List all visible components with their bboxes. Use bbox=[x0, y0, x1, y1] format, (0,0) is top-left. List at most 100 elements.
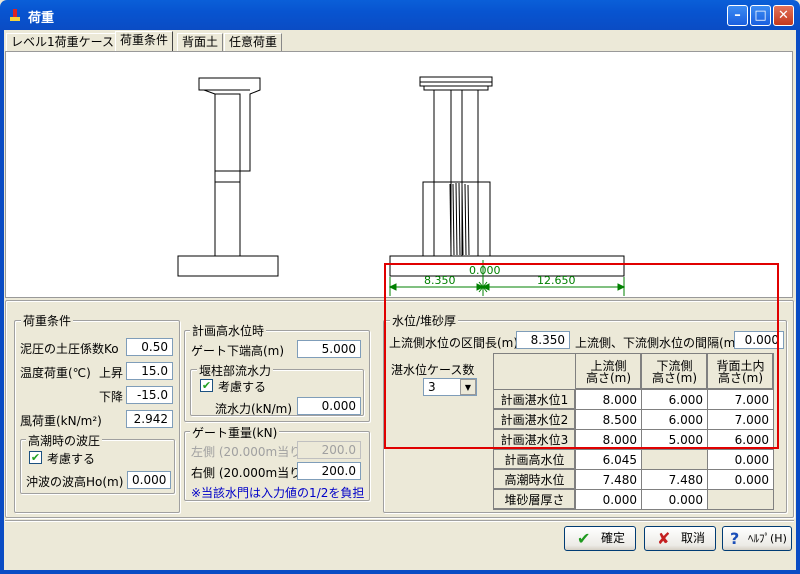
row-header: 計画湛水位3 bbox=[493, 429, 576, 450]
cancel-button[interactable]: ✘ 取消 bbox=[644, 526, 716, 551]
check-icon: ✔ bbox=[577, 529, 591, 548]
minimize-button[interactable]: – bbox=[727, 5, 748, 26]
row-header: 計画湛水位2 bbox=[493, 409, 576, 430]
fall-input[interactable]: -15.0 bbox=[126, 386, 173, 404]
hwl-title: 計画高水位時 bbox=[190, 322, 267, 339]
upstream-length-label: 上流側水位の区間長(m) bbox=[389, 336, 519, 350]
table-cell[interactable]: 0.000 bbox=[707, 449, 774, 470]
chevron-down-icon[interactable]: ▼ bbox=[460, 379, 476, 395]
column-header: 下流側 高さ(m) bbox=[641, 353, 708, 390]
wave-height-input[interactable]: 0.000 bbox=[127, 471, 171, 489]
table-cell[interactable]: 8.500 bbox=[575, 409, 642, 430]
case-count-label: 湛水位ケース数 bbox=[391, 363, 475, 377]
column-header: 上流側 高さ(m) bbox=[575, 353, 642, 390]
table-row: 堆砂層厚さ 0.000 0.000 bbox=[493, 489, 774, 510]
ko-label: 泥圧の土圧係数Ko bbox=[20, 342, 119, 356]
table-cell[interactable]: 0.000 bbox=[575, 489, 642, 510]
table-cell[interactable]: 0.000 bbox=[707, 469, 774, 490]
rise-input[interactable]: 15.0 bbox=[126, 362, 173, 380]
tab-arbitrary-load[interactable]: 任意荷重 bbox=[224, 33, 283, 51]
close-button[interactable]: ✕ bbox=[773, 5, 794, 26]
fall-label: 下降 bbox=[99, 390, 124, 404]
upstream-length-input[interactable]: 8.350 bbox=[516, 331, 570, 349]
table-row: 計画湛水位1 8.000 6.000 7.000 bbox=[493, 389, 774, 410]
table-cell[interactable]: 6.000 bbox=[641, 389, 708, 410]
table-row: 計画湛水位2 8.500 6.000 7.000 bbox=[493, 409, 774, 430]
table-cell[interactable]: 6.045 bbox=[575, 449, 642, 470]
gate-right-input[interactable]: 200.0 bbox=[297, 462, 361, 480]
wind-input[interactable]: 2.942 bbox=[126, 410, 173, 428]
flow-force-input[interactable]: 0.000 bbox=[297, 397, 361, 415]
case-count-value: 3 bbox=[428, 380, 436, 394]
ok-label: 確定 bbox=[601, 531, 626, 545]
wave-height-label: 沖波の波高Ho(m) bbox=[26, 475, 124, 489]
table-cell-disabled bbox=[707, 489, 774, 510]
table-cell[interactable]: 7.480 bbox=[641, 469, 708, 490]
maximize-button[interactable]: □ bbox=[750, 5, 771, 26]
row-header: 計画湛水位1 bbox=[493, 389, 576, 410]
x-icon: ✘ bbox=[657, 529, 671, 548]
structure-drawing: 8.350 0.000 12.650 bbox=[5, 51, 793, 298]
table-row: 計画高水位 6.045 0.000 bbox=[493, 449, 774, 470]
tab-level1[interactable]: レベル1荷重ケース bbox=[6, 33, 120, 51]
gate-weight-note: ※当該水門は入力値の1/2を負担 bbox=[191, 486, 365, 500]
dim-right-label: 12.650 bbox=[537, 274, 576, 287]
flow-force-label: 流水力(kN/m) bbox=[215, 402, 293, 416]
table-cell-disabled bbox=[641, 449, 708, 470]
water-level-table: 上流側 高さ(m) 下流側 高さ(m) 背面土内 高さ(m) 計画湛水位1 8.000… bbox=[493, 353, 774, 510]
tide-consider-label: 考慮する bbox=[47, 452, 96, 466]
gate-left-label: 左側 (20.000m当り) bbox=[191, 445, 306, 459]
column-header: 背面土内 高さ(m) bbox=[707, 353, 774, 390]
bottom-separator bbox=[5, 520, 794, 522]
table-cell[interactable]: 8.000 bbox=[575, 389, 642, 410]
table-cell[interactable]: 7.480 bbox=[575, 469, 642, 490]
tab-load-conditions[interactable]: 荷重条件 bbox=[115, 31, 174, 52]
dim-center-label: 0.000 bbox=[469, 264, 501, 277]
table-cell[interactable]: 0.000 bbox=[641, 489, 708, 510]
tide-title: 高潮時の波圧 bbox=[26, 432, 103, 449]
rise-label: 上昇 bbox=[99, 366, 124, 380]
help-button[interactable]: ? ﾍﾙﾌﾟ(H) bbox=[722, 526, 792, 551]
wind-label: 風荷重(kN/m²) bbox=[20, 414, 102, 428]
weir-consider-checkbox[interactable]: ✔ bbox=[200, 379, 213, 392]
gate-bottom-label: ゲート下端高(m) bbox=[191, 344, 285, 358]
weir-consider-label: 考慮する bbox=[218, 380, 267, 394]
weir-title: 堰柱部流水力 bbox=[197, 362, 274, 379]
interval-input[interactable]: 0.000 bbox=[734, 331, 784, 349]
ok-button[interactable]: ✔ 確定 bbox=[564, 526, 636, 551]
cancel-label: 取消 bbox=[681, 531, 706, 545]
row-header: 高潮時水位 bbox=[493, 469, 576, 490]
question-icon: ? bbox=[730, 529, 740, 548]
structure-diagram: 8.350 0.000 12.650 bbox=[177, 76, 626, 296]
tab-backfill[interactable]: 背面土 bbox=[177, 33, 224, 51]
water-level-title: 水位/堆砂厚 bbox=[390, 312, 459, 329]
window-title: 荷重 bbox=[28, 11, 55, 26]
close-icon: ✕ bbox=[778, 8, 789, 23]
gate-right-label: 右側 (20.000m当り) bbox=[191, 466, 306, 480]
table-cell[interactable]: 5.000 bbox=[641, 429, 708, 450]
dim-left-label: 8.350 bbox=[424, 274, 456, 287]
table-cell[interactable]: 6.000 bbox=[707, 429, 774, 450]
interval-label: 上流側、下流側水位の間隔(m) bbox=[575, 336, 741, 350]
gate-left-input[interactable]: 200.0 bbox=[297, 441, 361, 459]
temperature-label: 温度荷重(℃) bbox=[20, 366, 91, 380]
tide-consider-checkbox[interactable]: ✔ bbox=[29, 451, 42, 464]
table-corner bbox=[493, 353, 576, 390]
table-cell[interactable]: 8.000 bbox=[575, 429, 642, 450]
minimize-icon: – bbox=[734, 8, 741, 23]
gate-weight-title: ゲート重量(kN) bbox=[190, 424, 280, 441]
app-icon bbox=[10, 9, 20, 21]
row-header: 堆砂層厚さ bbox=[493, 489, 576, 510]
row-header: 計画高水位 bbox=[493, 449, 576, 470]
table-cell[interactable]: 7.000 bbox=[707, 409, 774, 430]
table-cell[interactable]: 7.000 bbox=[707, 389, 774, 410]
maximize-icon: □ bbox=[754, 8, 767, 23]
table-row: 高潮時水位 7.480 7.480 0.000 bbox=[493, 469, 774, 490]
table-row: 計画湛水位3 8.000 5.000 6.000 bbox=[493, 429, 774, 450]
ko-input[interactable]: 0.50 bbox=[126, 338, 173, 356]
help-label: ﾍﾙﾌﾟ(H) bbox=[748, 532, 787, 545]
load-conditions-title: 荷重条件 bbox=[21, 312, 74, 329]
table-cell[interactable]: 6.000 bbox=[641, 409, 708, 430]
title-bar: 荷重 – □ ✕ bbox=[0, 0, 800, 30]
gate-bottom-input[interactable]: 5.000 bbox=[297, 340, 361, 358]
